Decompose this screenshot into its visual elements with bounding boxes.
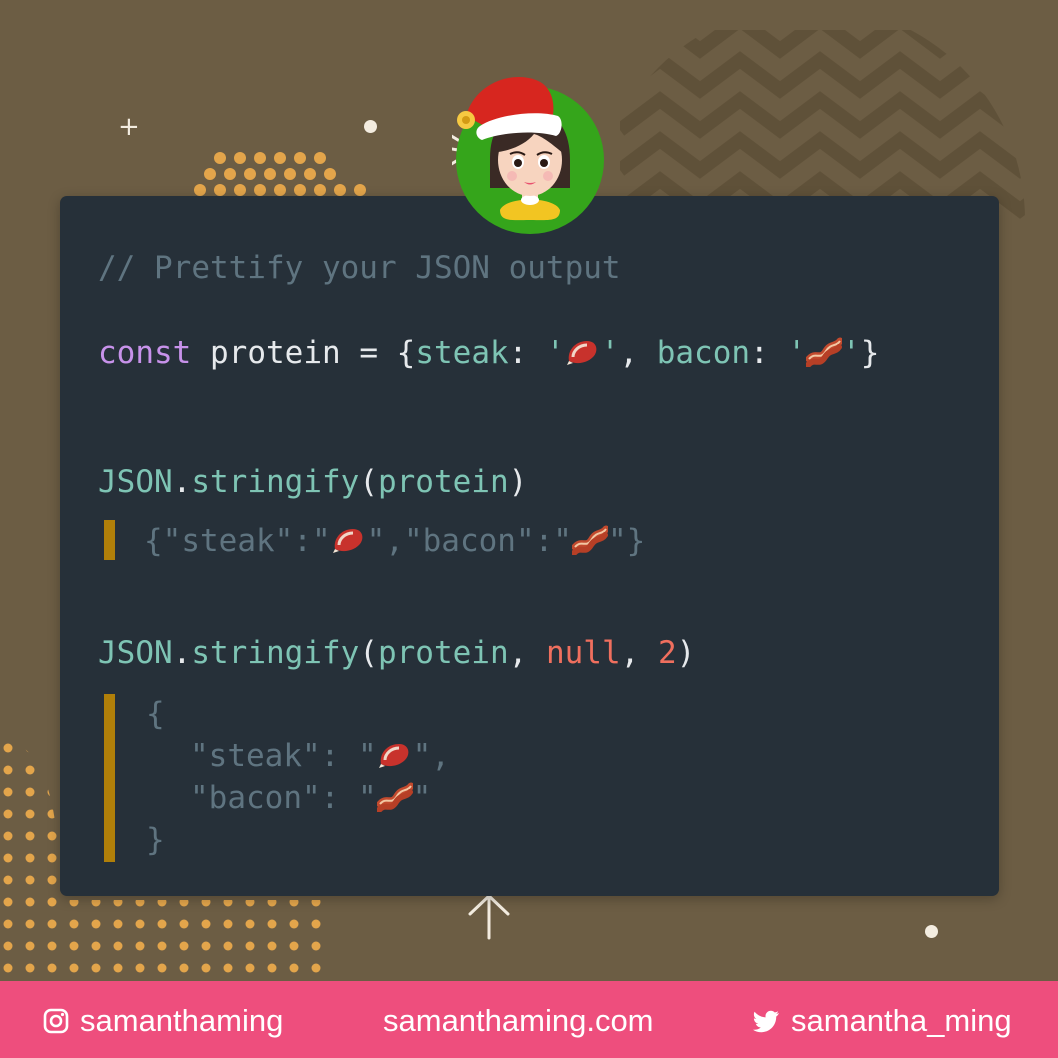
code-declaration: const protein = {steak: ' ', bacon: ' '}	[98, 335, 879, 375]
output-text: "	[412, 780, 432, 816]
output-text: ",	[412, 738, 450, 774]
twitter-handle: samantha_ming	[791, 1003, 1012, 1038]
output-text: "bacon": "	[190, 780, 377, 816]
property-bacon: bacon	[656, 335, 751, 371]
twitter-icon	[753, 1010, 779, 1033]
steak-emoji-icon	[331, 525, 367, 563]
output-text: "steak": "	[190, 738, 377, 774]
plus-icon: +	[118, 112, 140, 142]
brace: {	[396, 335, 416, 371]
dot: .	[172, 635, 192, 671]
quote: '	[600, 335, 620, 371]
footer: samanthaming samanthaming.com samantha_m…	[0, 981, 1058, 1058]
dot-pattern	[194, 152, 366, 196]
comma: ,	[508, 635, 528, 671]
instagram-icon	[43, 1008, 69, 1034]
json-object: JSON	[98, 464, 173, 500]
steak-emoji-icon	[565, 337, 601, 375]
twitter-link[interactable]: samantha_ming	[753, 1003, 1012, 1039]
output-marker	[104, 520, 115, 560]
output-2-close: }	[146, 822, 165, 858]
output-2-steak-line: "steak": " ",	[190, 738, 450, 778]
output-text: {"steak":"	[144, 523, 331, 559]
indent-number: 2	[657, 635, 677, 671]
output-text: ","bacon":"	[366, 523, 572, 559]
json-object: JSON	[98, 635, 173, 671]
output-2-bacon-line: "bacon": " "	[190, 780, 431, 820]
bacon-emoji-icon	[570, 525, 610, 563]
paren: (	[359, 464, 378, 500]
output-text: "}	[607, 523, 646, 559]
colon: :	[508, 335, 528, 371]
output-2-open: {	[146, 696, 165, 732]
null-keyword: null	[545, 635, 621, 671]
avatar	[452, 77, 604, 234]
code-comment: // Prettify your JSON output	[98, 250, 621, 286]
code-call-2: JSON.stringify(protein, null, 2)	[98, 635, 695, 671]
variable-name: protein	[210, 335, 341, 371]
bacon-emoji-icon	[805, 337, 844, 375]
paren: (	[359, 635, 378, 671]
output-marker	[104, 694, 115, 862]
argument: protein	[377, 635, 509, 671]
decor-dot	[925, 925, 938, 938]
quote: '	[546, 335, 565, 371]
output-1: {"steak":" ","bacon":" "}	[144, 523, 645, 563]
comma: ,	[619, 335, 639, 371]
equals-sign: =	[359, 335, 378, 371]
website-url: samanthaming.com	[383, 1003, 654, 1038]
property-steak: steak	[415, 335, 509, 371]
comma: ,	[620, 635, 640, 671]
quote: '	[842, 335, 861, 371]
quote: '	[787, 335, 807, 371]
dot: .	[172, 464, 192, 500]
steak-emoji-icon	[377, 740, 413, 778]
brace: }	[860, 335, 880, 371]
colon: :	[750, 335, 769, 371]
keyword-const: const	[98, 335, 192, 371]
code-card: // Prettify your JSON output const prote…	[60, 196, 999, 896]
decor-dot	[364, 120, 377, 133]
instagram-link[interactable]: samanthaming	[42, 1003, 283, 1039]
paren: )	[508, 464, 528, 500]
instagram-handle: samanthaming	[80, 1003, 284, 1038]
website-link[interactable]: samanthaming.com	[383, 1003, 654, 1039]
bacon-emoji-icon	[375, 782, 415, 820]
stringify-method: stringify	[191, 464, 360, 500]
argument: protein	[377, 464, 509, 500]
code-call-1: JSON.stringify(protein)	[98, 464, 527, 500]
paren: )	[676, 635, 696, 671]
stringify-method: stringify	[191, 635, 360, 671]
